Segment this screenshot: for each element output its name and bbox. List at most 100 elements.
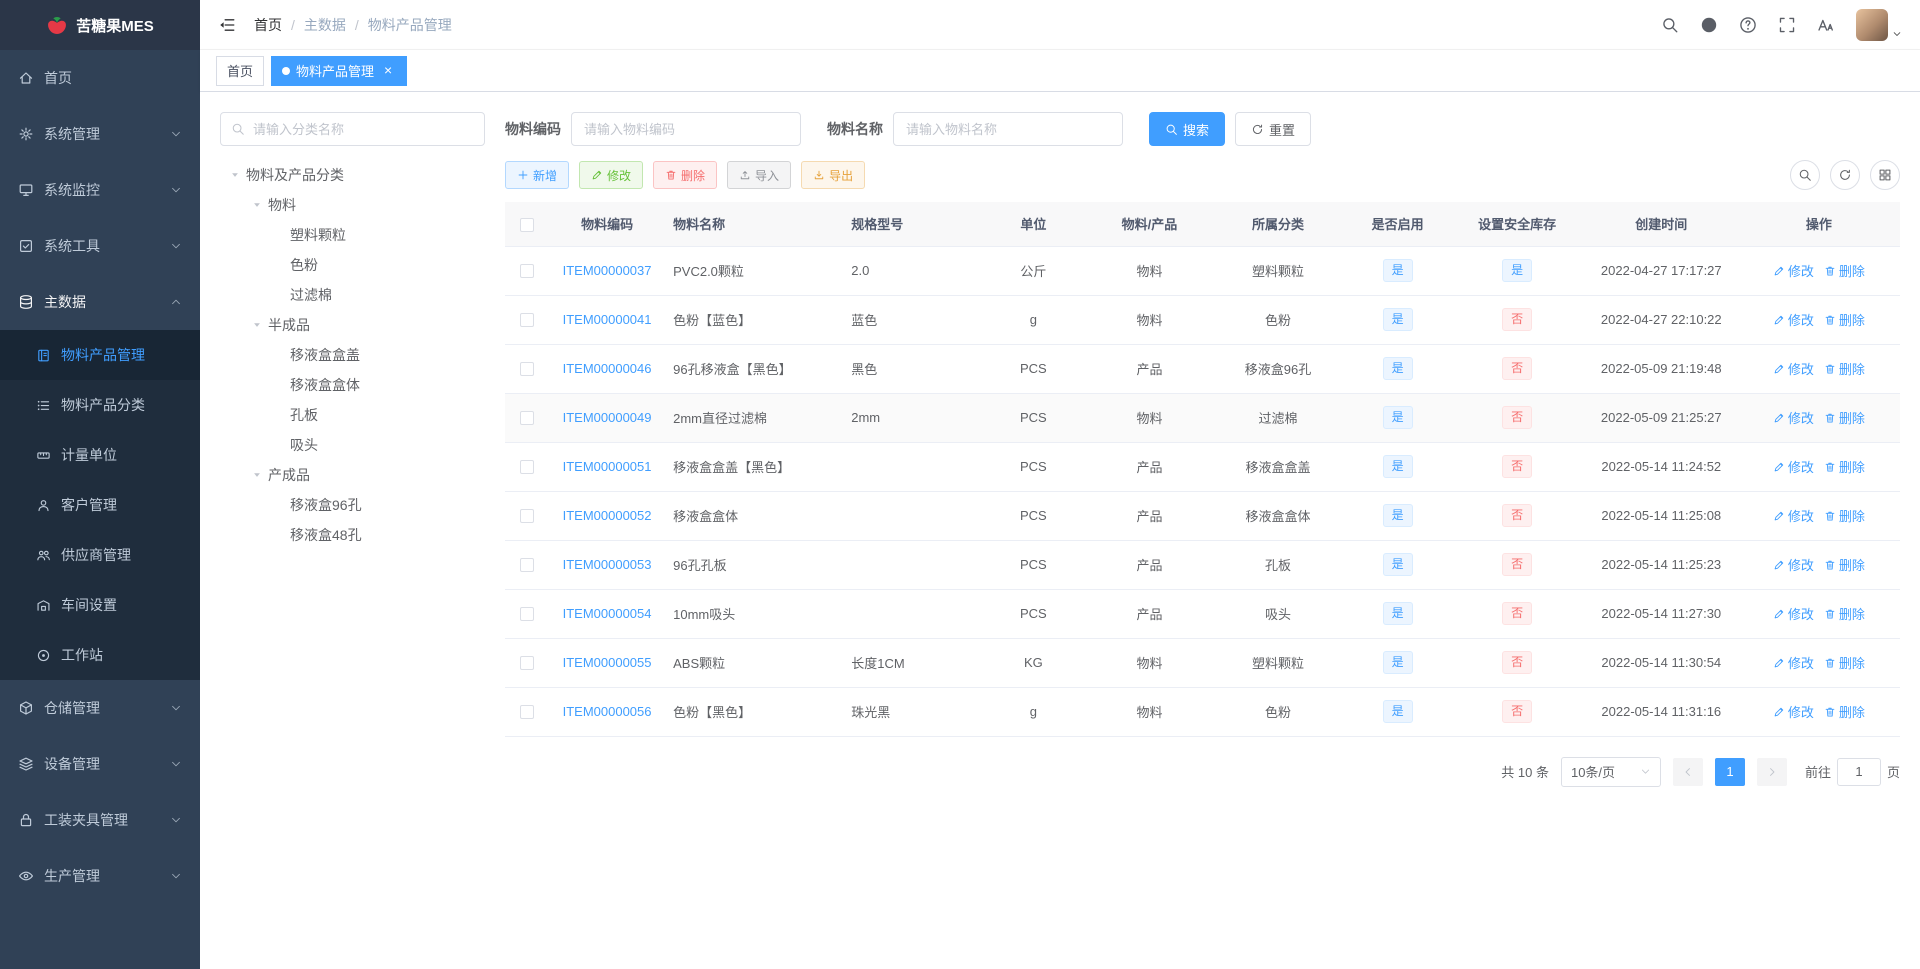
row-edit-link[interactable]: 修改 — [1773, 457, 1814, 476]
row-checkbox[interactable] — [520, 558, 535, 573]
sidebar-item[interactable]: 系统监控 — [0, 162, 200, 218]
row-delete-link[interactable]: 删除 — [1824, 506, 1865, 525]
row-delete-link[interactable]: 删除 — [1824, 310, 1865, 329]
item-code-link[interactable]: ITEM00000052 — [563, 508, 652, 523]
export-button[interactable]: 导出 — [801, 161, 866, 189]
row-edit-link[interactable]: 修改 — [1773, 359, 1814, 378]
tree-node[interactable]: 塑料颗粒 — [220, 220, 485, 250]
prev-page-button[interactable] — [1672, 757, 1703, 786]
question-icon[interactable] — [1739, 16, 1757, 34]
user-menu[interactable] — [1856, 8, 1902, 41]
sidebar-item[interactable]: 生产管理 — [0, 848, 200, 904]
row-checkbox[interactable] — [520, 264, 535, 279]
search-button[interactable]: 搜索 — [1149, 112, 1226, 146]
grid-toggle-button[interactable] — [1870, 160, 1900, 190]
caret-icon[interactable] — [224, 170, 246, 180]
row-checkbox[interactable] — [520, 411, 535, 426]
tree-node[interactable]: 色粉 — [220, 250, 485, 280]
name-filter-input[interactable] — [893, 112, 1123, 146]
row-edit-link[interactable]: 修改 — [1773, 506, 1814, 525]
goto-page-input[interactable] — [1836, 757, 1881, 786]
tab[interactable]: 首页 — [216, 55, 265, 86]
sidebar-item[interactable]: 仓储管理 — [0, 680, 200, 736]
row-delete-link[interactable]: 删除 — [1824, 359, 1865, 378]
row-checkbox[interactable] — [520, 460, 535, 475]
item-code-link[interactable]: ITEM00000056 — [563, 704, 652, 719]
row-checkbox[interactable] — [520, 362, 535, 377]
sidebar-subitem[interactable]: 客户管理 — [0, 480, 200, 530]
row-checkbox[interactable] — [520, 607, 535, 622]
tree-node[interactable]: 移液盒盒盖 — [220, 340, 485, 370]
item-code-link[interactable]: ITEM00000051 — [563, 459, 652, 474]
sidebar-subitem[interactable]: 工作站 — [0, 630, 200, 680]
tree-node[interactable]: 移液盒盒体 — [220, 370, 485, 400]
tree-node[interactable]: 吸头 — [220, 430, 485, 460]
tree-node[interactable]: 物料及产品分类 — [220, 160, 485, 190]
row-delete-link[interactable]: 删除 — [1824, 653, 1865, 672]
row-delete-link[interactable]: 删除 — [1824, 702, 1865, 721]
row-checkbox[interactable] — [520, 705, 535, 720]
sidebar-item[interactable]: 主数据 — [0, 274, 200, 330]
row-delete-link[interactable]: 删除 — [1824, 604, 1865, 623]
row-checkbox[interactable] — [520, 656, 535, 671]
fullscreen-icon[interactable] — [1778, 16, 1796, 34]
import-button[interactable]: 导入 — [727, 161, 792, 189]
row-delete-link[interactable]: 删除 — [1824, 408, 1865, 427]
sidebar-subitem[interactable]: 物料产品分类 — [0, 380, 200, 430]
row-delete-link[interactable]: 删除 — [1824, 457, 1865, 476]
row-checkbox[interactable] — [520, 313, 535, 328]
item-code-link[interactable]: ITEM00000049 — [563, 410, 652, 425]
tree-node[interactable]: 物料 — [220, 190, 485, 220]
caret-icon[interactable] — [246, 470, 268, 480]
page-number-button[interactable]: 1 — [1714, 757, 1745, 786]
refresh-toggle-button[interactable] — [1830, 160, 1860, 190]
sidebar-item[interactable]: 系统管理 — [0, 106, 200, 162]
tree-node[interactable]: 产成品 — [220, 460, 485, 490]
sidebar-item[interactable]: 系统工具 — [0, 218, 200, 274]
sidebar-subitem[interactable]: 车间设置 — [0, 580, 200, 630]
sidebar-collapse-icon[interactable] — [218, 16, 236, 34]
item-code-link[interactable]: ITEM00000055 — [563, 655, 652, 670]
select-all-checkbox[interactable] — [520, 217, 535, 232]
row-edit-link[interactable]: 修改 — [1773, 702, 1814, 721]
tree-node[interactable]: 移液盒96孔 — [220, 490, 485, 520]
add-button[interactable]: 新增 — [505, 161, 570, 189]
fontsize-icon[interactable] — [1817, 16, 1835, 34]
search-icon[interactable] — [1661, 16, 1679, 34]
caret-icon[interactable] — [246, 320, 268, 330]
breadcrumb-item[interactable]: 首页 — [254, 15, 282, 35]
row-edit-link[interactable]: 修改 — [1773, 555, 1814, 574]
item-code-link[interactable]: ITEM00000054 — [563, 606, 652, 621]
sidebar-subitem[interactable]: 物料产品管理 — [0, 330, 200, 380]
tree-node[interactable]: 半成品 — [220, 310, 485, 340]
row-edit-link[interactable]: 修改 — [1773, 310, 1814, 329]
item-code-link[interactable]: ITEM00000046 — [563, 361, 652, 376]
tree-node[interactable]: 过滤棉 — [220, 280, 485, 310]
sidebar-item[interactable]: 设备管理 — [0, 736, 200, 792]
sidebar-item[interactable]: 首页 — [0, 50, 200, 106]
logo[interactable]: 苦糖果MES — [0, 0, 200, 50]
item-code-link[interactable]: ITEM00000053 — [563, 557, 652, 572]
row-edit-link[interactable]: 修改 — [1773, 261, 1814, 280]
tab[interactable]: 物料产品管理 × — [271, 55, 408, 86]
tree-node[interactable]: 孔板 — [220, 400, 485, 430]
edit-button[interactable]: 修改 — [579, 161, 644, 189]
row-edit-link[interactable]: 修改 — [1773, 653, 1814, 672]
code-filter-input[interactable] — [571, 112, 801, 146]
page-size-select[interactable]: 10条/页 — [1560, 756, 1661, 787]
next-page-button[interactable] — [1756, 757, 1787, 786]
sidebar-subitem[interactable]: 计量单位 — [0, 430, 200, 480]
row-delete-link[interactable]: 删除 — [1824, 261, 1865, 280]
item-code-link[interactable]: ITEM00000037 — [563, 263, 652, 278]
tree-search-input[interactable] — [253, 121, 474, 137]
item-code-link[interactable]: ITEM00000041 — [563, 312, 652, 327]
caret-icon[interactable] — [246, 200, 268, 210]
row-checkbox[interactable] — [520, 509, 535, 524]
row-edit-link[interactable]: 修改 — [1773, 408, 1814, 427]
delete-button[interactable]: 删除 — [653, 161, 718, 189]
tree-node[interactable]: 移液盒48孔 — [220, 520, 485, 550]
row-delete-link[interactable]: 删除 — [1824, 555, 1865, 574]
search-toggle-button[interactable] — [1790, 160, 1820, 190]
row-edit-link[interactable]: 修改 — [1773, 604, 1814, 623]
github-icon[interactable] — [1700, 16, 1718, 34]
